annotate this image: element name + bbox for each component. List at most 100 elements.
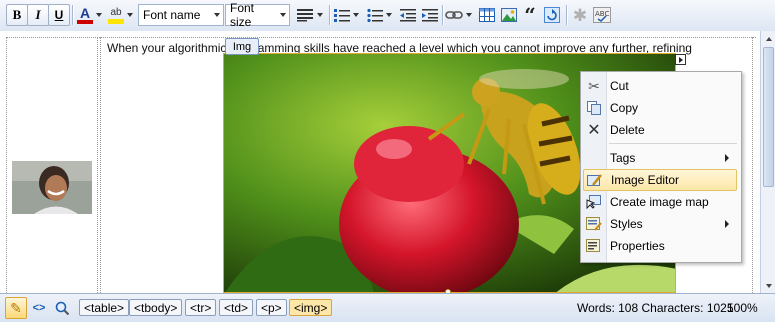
- font-size-dropdown[interactable]: Font size: [225, 1, 290, 29]
- img-element-tag[interactable]: Img: [225, 38, 259, 55]
- menu-item-tags[interactable]: Tags: [583, 147, 737, 169]
- highlight-icon: ab: [108, 7, 124, 24]
- vertical-scrollbar[interactable]: [760, 31, 775, 293]
- italic-label: I: [35, 7, 41, 22]
- img-tag-label: Img: [232, 40, 252, 53]
- spell-check-button[interactable]: ABC: [591, 4, 613, 26]
- menu-separator: [609, 143, 737, 144]
- italic-button[interactable]: I: [27, 4, 49, 26]
- image-options-button[interactable]: [675, 54, 686, 65]
- insert-special-button[interactable]: ✱: [569, 4, 591, 26]
- insert-link-button[interactable]: [445, 4, 475, 26]
- delete-icon: ✕: [587, 122, 601, 139]
- chevron-down-icon: [317, 13, 323, 17]
- paragraph-format-button[interactable]: [294, 4, 328, 26]
- tag-label: <table>: [84, 300, 125, 315]
- font-color-button[interactable]: A: [76, 4, 106, 26]
- highlight-swatch: [108, 18, 124, 24]
- toolbar-separator: [72, 5, 74, 25]
- underline-label: U: [54, 8, 64, 22]
- table-cell-border: [100, 37, 101, 293]
- tag-path-tr[interactable]: <tr>: [185, 299, 217, 316]
- highlight-label: ab: [110, 6, 122, 18]
- insert-table-button[interactable]: [476, 4, 498, 26]
- tag-path-tbody[interactable]: <tbody>: [129, 299, 183, 316]
- preview-mode-button[interactable]: [51, 297, 73, 319]
- spellcheck-icon: ABC: [593, 7, 611, 23]
- font-name-value: Font name: [143, 8, 201, 22]
- menu-item-properties[interactable]: Properties: [583, 235, 737, 257]
- paragraph-format-icon: [297, 9, 313, 22]
- ordered-list-button[interactable]: [332, 4, 364, 26]
- chevron-down-icon: [127, 13, 133, 17]
- underline-button[interactable]: U: [48, 4, 70, 26]
- tag-label: <img>: [294, 300, 328, 315]
- bold-label: B: [12, 7, 22, 22]
- tag-path-img[interactable]: <img>: [289, 299, 333, 316]
- indent-icon: [422, 9, 438, 22]
- scrollbar-thumb[interactable]: [763, 47, 774, 187]
- image-map-icon: [583, 192, 605, 212]
- table-row-border: [6, 37, 756, 38]
- tag-label: <tbody>: [134, 300, 178, 315]
- chevron-down-icon: [765, 283, 772, 288]
- chevron-down-icon: [466, 13, 472, 17]
- spellcheck-toggle-button[interactable]: [541, 4, 563, 26]
- chevron-up-icon: [765, 36, 772, 41]
- table-icon: [479, 8, 495, 22]
- font-size-value: Font size: [230, 1, 255, 29]
- scissors-icon: ✂: [588, 77, 600, 94]
- font-color-label: A: [79, 5, 91, 21]
- menu-item-label: Tags: [610, 151, 636, 165]
- menu-item-label: Properties: [610, 239, 665, 253]
- menu-item-label: Cut: [610, 79, 629, 93]
- refresh-icon: [544, 7, 560, 23]
- submenu-arrow-icon: [725, 220, 729, 228]
- magnifier-icon: [55, 301, 70, 316]
- avatar-photo[interactable]: [12, 161, 92, 214]
- font-name-dropdown[interactable]: Font name: [138, 4, 224, 26]
- menu-item-delete[interactable]: ✕ Delete: [583, 119, 737, 141]
- tag-label: <p>: [261, 300, 282, 315]
- insert-image-button[interactable]: [498, 4, 520, 26]
- tag-label: <td>: [224, 300, 249, 315]
- tag-path-p[interactable]: <p>: [256, 299, 287, 316]
- blockquote-button[interactable]: “: [519, 4, 541, 26]
- html-mode-button[interactable]: <>: [28, 297, 50, 319]
- tag-path-td[interactable]: <td>: [219, 299, 254, 316]
- svg-text:ABC: ABC: [595, 10, 609, 18]
- indent-button[interactable]: [419, 4, 441, 26]
- scroll-down-button[interactable]: [762, 279, 775, 292]
- toolbar-separator: [442, 5, 444, 25]
- bold-button[interactable]: B: [6, 4, 28, 26]
- menu-item-label: Styles: [610, 217, 643, 231]
- outdent-button[interactable]: [397, 4, 419, 26]
- status-bar: ✎ <> <table> <tbody> <tr> <td> <p> <img>…: [0, 293, 775, 322]
- ordered-list-icon: [334, 9, 350, 22]
- word-count: Words: 108 Characters: 1025: [577, 301, 734, 315]
- menu-item-label: Copy: [610, 101, 639, 115]
- unordered-list-button[interactable]: [365, 4, 397, 26]
- scroll-up-button[interactable]: [762, 32, 775, 45]
- menu-item-image-editor[interactable]: Image Editor: [583, 169, 737, 191]
- menu-item-cut[interactable]: ✂ Cut: [583, 75, 737, 97]
- properties-icon: [583, 236, 605, 256]
- formatting-toolbar: B I U A ab Font name Font size “ ✱ ABC: [0, 0, 775, 32]
- chevron-down-icon: [353, 13, 359, 17]
- submenu-arrow-icon: [725, 154, 729, 162]
- quote-icon: “: [524, 3, 536, 27]
- table-cell-border: [97, 37, 98, 293]
- menu-item-styles[interactable]: Styles: [583, 213, 737, 235]
- outdent-icon: [400, 9, 416, 22]
- toolbar-separator: [329, 5, 331, 25]
- menu-item-create-image-map[interactable]: Create image map: [583, 191, 737, 213]
- design-mode-button[interactable]: ✎: [5, 297, 27, 319]
- tag-path-table[interactable]: <table>: [79, 299, 130, 316]
- table-cell-border: [752, 37, 753, 293]
- zoom-level[interactable]: 100%: [727, 301, 758, 315]
- chevron-down-icon: [386, 13, 392, 17]
- context-menu: ✂ Cut Copy ✕ Delete Tags Image Editor Cr…: [580, 71, 742, 263]
- menu-item-copy[interactable]: Copy: [583, 97, 737, 119]
- image-icon: [501, 8, 517, 22]
- highlight-color-button[interactable]: ab: [106, 4, 138, 26]
